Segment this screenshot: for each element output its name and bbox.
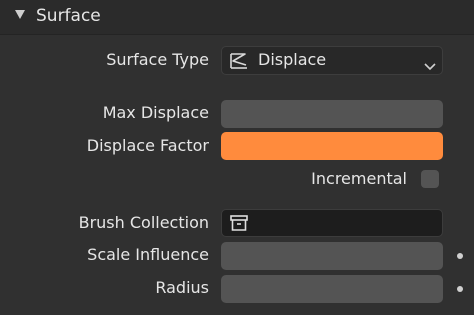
surface-type-dropdown[interactable]: Displace (221, 46, 443, 75)
scale-influence-keyframe-dot[interactable] (457, 253, 463, 259)
surface-type-label: Surface Type (106, 50, 209, 69)
max-displace-field[interactable] (221, 100, 443, 128)
scale-influence-field[interactable] (221, 242, 443, 270)
panel-title: Surface (36, 6, 101, 26)
surface-type-value: Displace (258, 50, 327, 69)
brush-collection-label: Brush Collection (78, 213, 209, 232)
surface-panel-header[interactable]: Surface (0, 0, 474, 35)
incremental-checkbox[interactable] (421, 170, 439, 188)
max-displace-label: Max Displace (102, 103, 209, 122)
displace-factor-field[interactable] (221, 132, 443, 160)
radius-field[interactable] (221, 275, 443, 303)
displace-factor-label: Displace Factor (86, 136, 209, 155)
chevron-down-icon (424, 56, 436, 75)
displace-icon (228, 51, 250, 75)
brush-collection-field[interactable] (221, 209, 443, 237)
radius-keyframe-dot[interactable] (457, 286, 463, 292)
collection-box-icon (229, 214, 249, 236)
scale-influence-label: Scale Influence (87, 245, 209, 264)
radius-label: Radius (155, 278, 209, 297)
collapse-triangle-icon[interactable] (15, 10, 25, 19)
incremental-label: Incremental (311, 169, 407, 188)
